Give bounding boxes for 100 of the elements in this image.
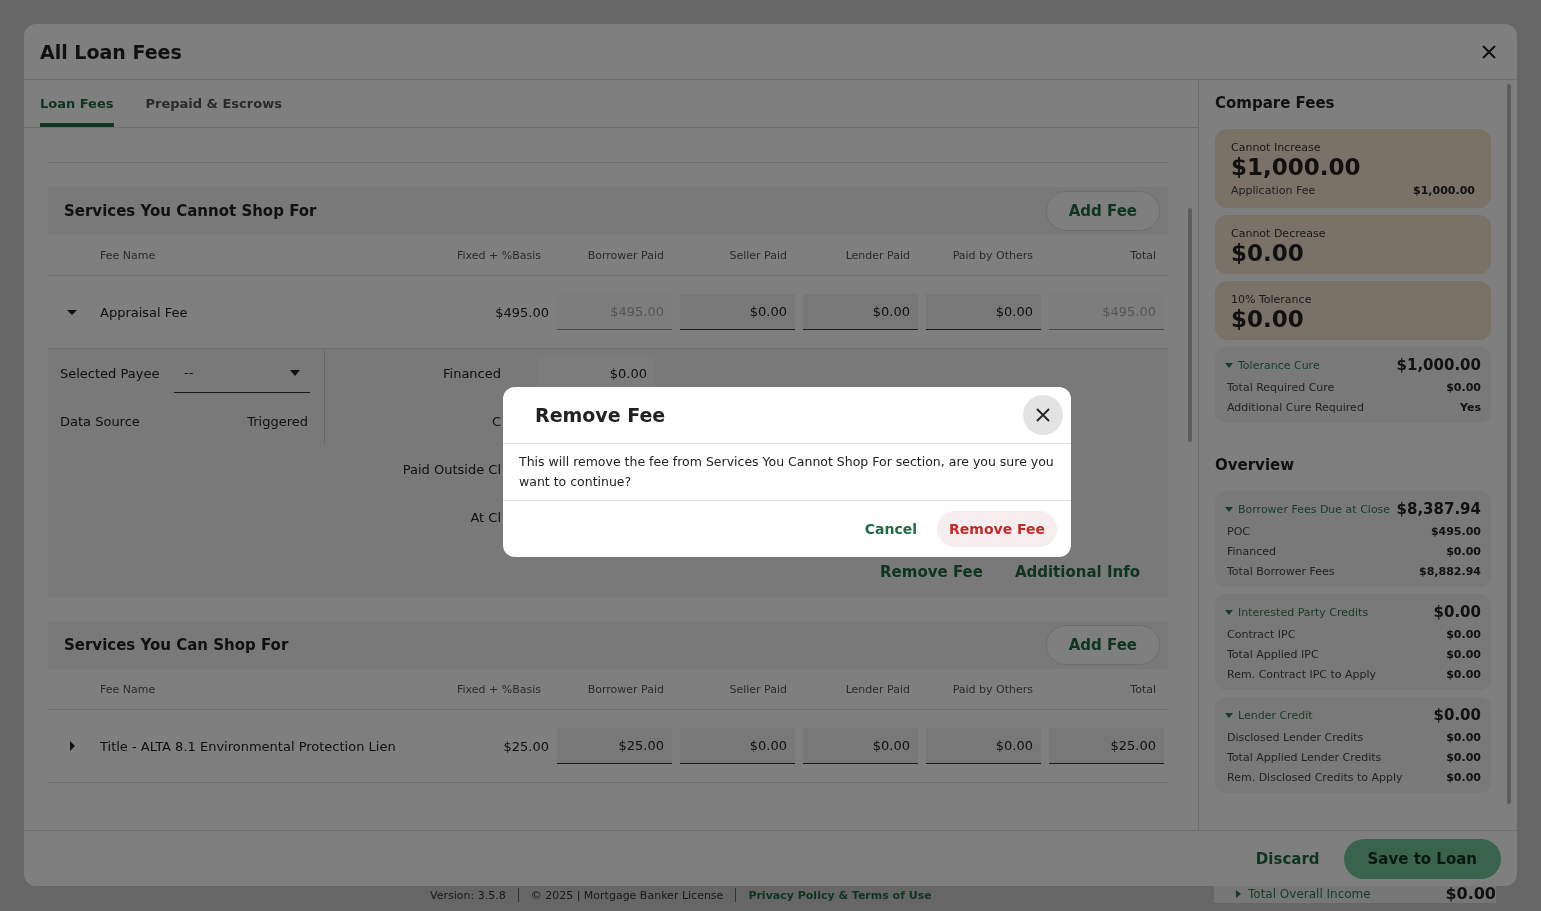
tab[interactable]: Prepaid & Escrows: [145, 80, 282, 127]
data-source-label: Data Source: [60, 413, 140, 429]
remove-fee-button[interactable]: Remove Fee: [937, 511, 1057, 547]
column-header: Lender Paid: [844, 682, 911, 696]
caret-icon: [1225, 608, 1233, 616]
license-text: © 2025 | Mortgage Banker License: [530, 888, 724, 902]
line-label: Additional Cure Required: [1227, 400, 1364, 414]
income-value: $0.00: [1445, 884, 1496, 903]
discard-button[interactable]: Discard: [1255, 849, 1320, 868]
group-amount: $0.00: [1433, 706, 1481, 724]
dialog-message: This will remove the fee from Services You Cannot Shop For section, are you sure you want to continue?: [503, 444, 1071, 501]
amount-field[interactable]: $0.00: [680, 294, 795, 330]
detail-link[interactable]: Remove Fee: [880, 563, 983, 581]
tab[interactable]: Loan Fees: [40, 80, 114, 127]
line-value: $0.00: [1446, 750, 1481, 764]
detail-label: At Cl: [469, 509, 502, 525]
amount-field[interactable]: $0.00: [803, 294, 918, 330]
line-label: Total Borrower Fees: [1227, 564, 1335, 578]
save-button[interactable]: Save to Loan: [1343, 838, 1501, 879]
line-value: $0.00: [1446, 380, 1481, 394]
detail-label: Paid Outside Cl: [401, 461, 502, 477]
add-fee-button[interactable]: Add Fee: [1045, 625, 1160, 665]
line-label: Total Applied Lender Credits: [1227, 750, 1382, 764]
income-label: Total Overall Income: [1248, 886, 1372, 901]
line-label: Rem. Disclosed Credits to Apply: [1227, 770, 1403, 784]
group-toggle[interactable]: Interested Party Credits: [1225, 605, 1369, 619]
fee-name: Appraisal Fee: [100, 304, 189, 320]
close-icon: [1481, 43, 1497, 60]
amount-field[interactable]: $0.00: [803, 728, 918, 764]
payee-label: Selected Payee: [60, 365, 160, 381]
group-toggle[interactable]: Borrower Fees Due at Close: [1225, 502, 1391, 516]
line-value: $0.00: [1446, 770, 1481, 784]
column-header: Fee Name: [100, 682, 157, 696]
caret-icon: [1225, 361, 1233, 369]
caret-icon: [290, 369, 300, 376]
section-title: Services You Can Shop For: [64, 636, 289, 654]
line-label: Application Fee: [1231, 183, 1316, 197]
amount-field[interactable]: $25.00: [1049, 728, 1164, 764]
column-header: Total: [1129, 682, 1157, 696]
payee-dropdown[interactable]: --: [174, 353, 310, 393]
fixed-amount: $25.00: [502, 738, 549, 754]
group-amount: $0.00: [1433, 603, 1481, 621]
amount-field[interactable]: $0.00: [680, 728, 795, 764]
cancel-button[interactable]: Cancel: [852, 511, 930, 547]
data-source-value: Triggered: [247, 413, 309, 429]
line-value: $0.00: [1446, 730, 1481, 744]
fixed-amount: $495.00: [494, 304, 549, 320]
card-label: Cannot Increase: [1231, 141, 1322, 154]
dialog-title: Remove Fee: [535, 404, 666, 426]
line-label: Total Required Cure: [1227, 380, 1335, 394]
caret-icon: [1225, 505, 1233, 513]
fee-name: Title - ALTA 8.1 Environmental Protection Lien: [100, 738, 397, 754]
panel-title: Compare Fees: [1215, 94, 1336, 114]
privacy-link[interactable]: Privacy Policy & Terms of Use: [748, 888, 932, 902]
column-header: Seller Paid: [728, 248, 788, 262]
section-title: Overview: [1215, 456, 1296, 476]
add-fee-button[interactable]: Add Fee: [1045, 191, 1160, 231]
column-header: Seller Paid: [728, 682, 788, 696]
close-icon: [1036, 408, 1050, 422]
line-value: $0.00: [1446, 647, 1481, 661]
group-amount: $1,000.00: [1396, 356, 1481, 374]
line-value: $0.00: [1446, 667, 1481, 681]
line-label: Rem. Contract IPC to Apply: [1227, 667, 1377, 681]
amount-field[interactable]: $0.00: [926, 294, 1041, 330]
card-amount: $0.00: [1231, 240, 1305, 266]
line-label: Total Applied IPC: [1227, 647, 1319, 661]
group-toggle[interactable]: Lender Credit: [1225, 708, 1313, 722]
line-value: $0.00: [1446, 627, 1481, 641]
line-value: $1,000.00: [1413, 183, 1475, 197]
column-header: Paid by Others: [951, 682, 1034, 696]
version-text: Version: 3.5.8: [430, 888, 506, 902]
group-amount: $8,387.94: [1396, 500, 1481, 518]
window-title: All Loan Fees: [40, 40, 182, 63]
detail-label: C: [490, 413, 502, 429]
line-label: Contract IPC: [1227, 627, 1296, 641]
column-header: Fixed + %Basis: [456, 682, 542, 696]
line-value: $0.00: [1446, 544, 1481, 558]
column-header: Fee Name: [100, 248, 157, 262]
close-button[interactable]: [1023, 395, 1063, 435]
amount-field[interactable]: $25.00: [557, 728, 672, 764]
column-header: Fixed + %Basis: [456, 248, 542, 262]
detail-link[interactable]: Additional Info: [1014, 563, 1140, 581]
card-amount: $1,000.00: [1231, 154, 1362, 180]
line-label: POC: [1227, 524, 1250, 538]
line-value: Yes: [1460, 400, 1481, 414]
card-label: 10% Tolerance: [1231, 293, 1313, 306]
line-value: $8,882.94: [1419, 564, 1481, 578]
column-header: Paid by Others: [951, 248, 1034, 262]
caret-icon: [1225, 711, 1233, 719]
line-label: Financed: [1227, 544, 1277, 558]
group-toggle[interactable]: Tolerance Cure: [1225, 358, 1320, 372]
column-header: Borrower Paid: [586, 682, 665, 696]
amount-field[interactable]: $0.00: [926, 728, 1041, 764]
column-header: Total: [1129, 248, 1157, 262]
card-amount: $0.00: [1231, 306, 1305, 332]
column-header: Borrower Paid: [586, 248, 665, 262]
card-label: Cannot Decrease: [1231, 227, 1327, 240]
line-label: Disclosed Lender Credits: [1227, 730, 1364, 744]
detail-label: Financed: [442, 365, 502, 381]
line-value: $495.00: [1430, 524, 1481, 538]
